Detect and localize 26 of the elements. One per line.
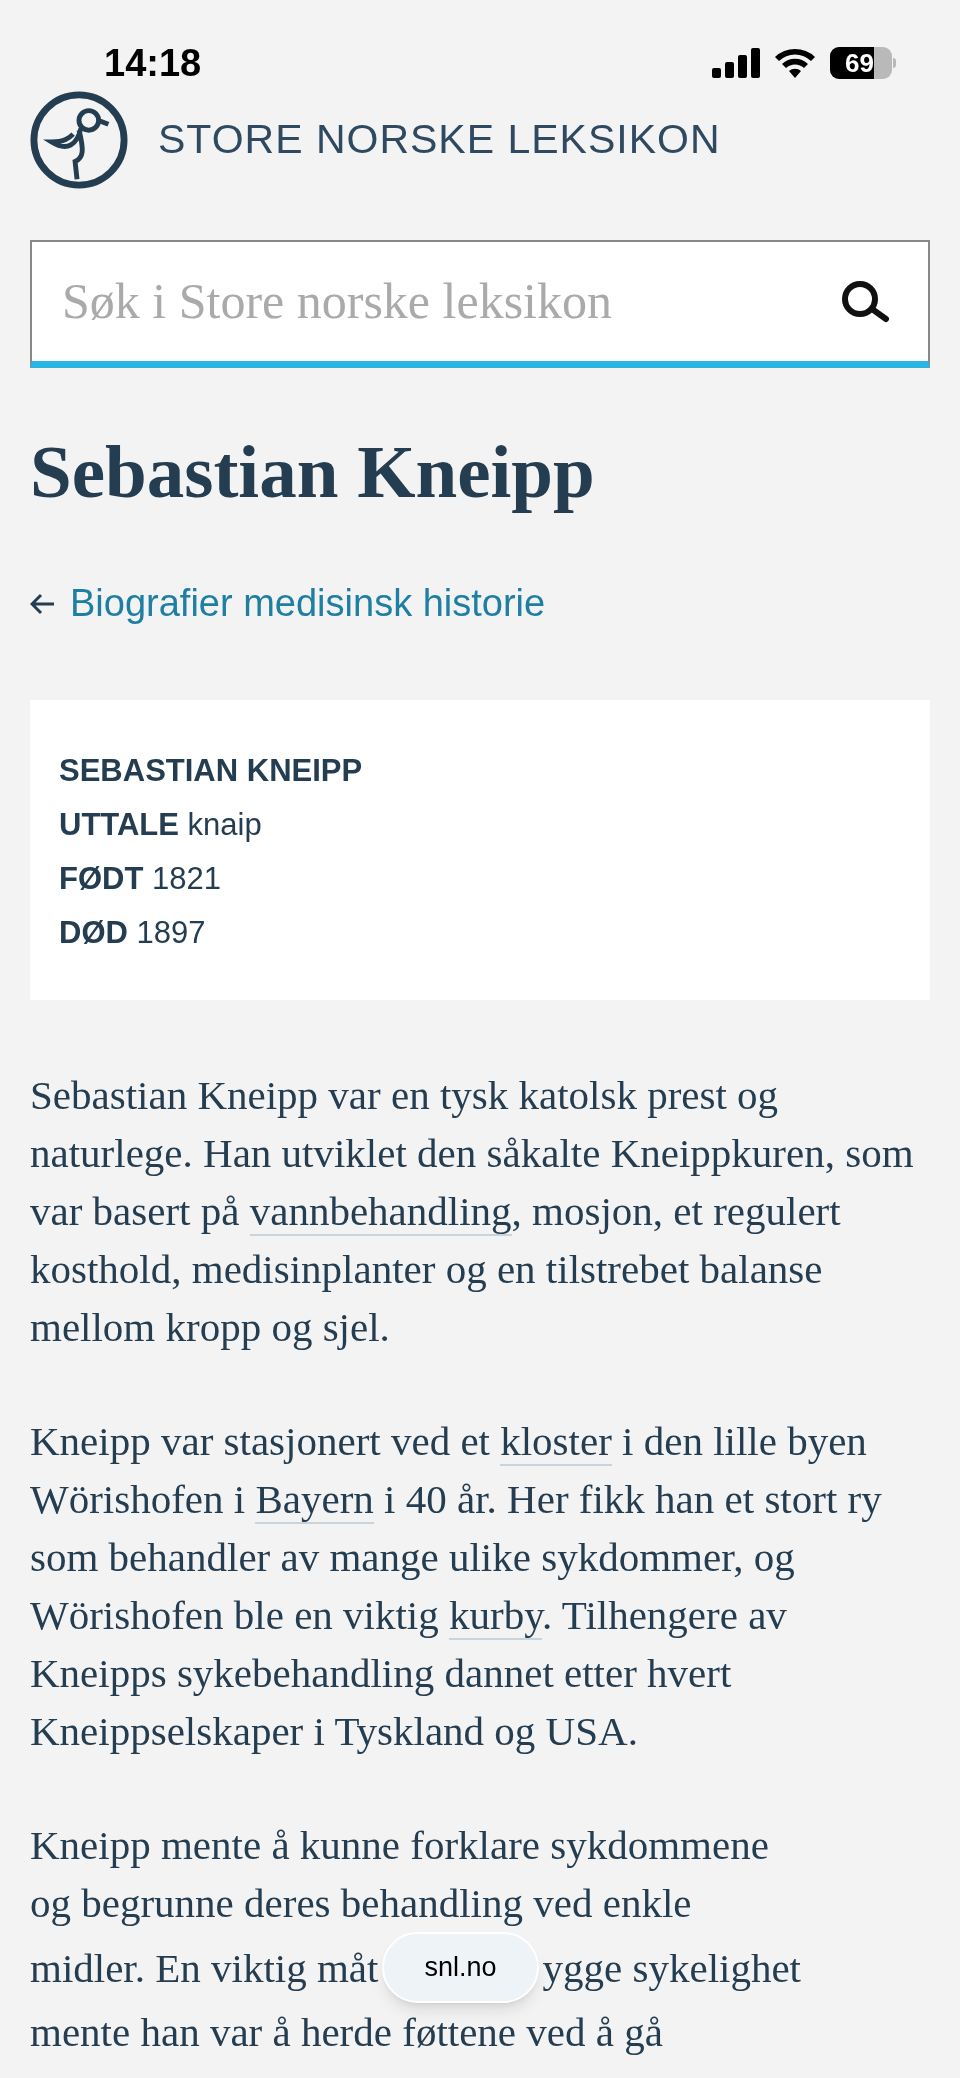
wifi-icon: [774, 48, 816, 78]
site-name[interactable]: STORE NORSKE LEKSIKON: [158, 109, 721, 171]
paragraph-line: Kneipp mente å kunne forklare sykdommene: [30, 1821, 770, 1870]
address-pill[interactable]: snl.no: [382, 1932, 539, 2003]
paragraph-line: ygge sykelighet: [542, 1943, 801, 1993]
link[interactable]: kloster: [500, 1418, 612, 1466]
search-input[interactable]: Søk i Store norske leksikon: [62, 264, 840, 339]
infobox-row-text: DØD 1897: [59, 914, 207, 952]
paragraph-line: midler. En viktig måt: [30, 1943, 379, 1993]
signal-icon: [712, 48, 760, 78]
battery-percentage: 69: [845, 50, 874, 76]
search-field[interactable]: Søk i Store norske leksikon: [30, 240, 930, 368]
link[interactable]: kurby: [449, 1592, 542, 1640]
back-arrow-icon: [30, 592, 56, 615]
back-link[interactable]: Biografier medisinsk historie: [30, 575, 546, 632]
status-time: 14:18: [104, 40, 202, 86]
paragraph: Sebastian Kneipp var en tysk katolsk prest og naturlege. Han utviklet den såkalte Kneippkuren, som var basert på vannbehandling, mosjon, et regulert kosthold, medisinplanter og en tilstrebet balanse mellom kropp og sjel.: [30, 1071, 915, 1352]
link[interactable]: vannbehandling: [249, 1188, 512, 1236]
link[interactable]: Bayern: [255, 1476, 374, 1524]
paragraph-line: mente han var å herde føttene ved å gå: [30, 2008, 664, 2057]
bird-logo-icon: [30, 91, 128, 189]
paragraph: Kneipp var stasjonert ved et kloster i den lille byen Wörishofen i Bayern i 40 år. Her fikk han et stort ry som behandler av mange ulike sykdommer, og Wörishofen ble en viktig kurby. Tilhengere av Kneipps sykebehandling dannet etter hvert Kneippselskaper i Tyskland og USA.: [30, 1417, 883, 1756]
infobox-row-text: FØDT 1821: [59, 860, 222, 898]
infobox-row-text: UTTALE knaip: [59, 806, 263, 844]
infobox-row-text: SEBASTIAN KNEIPP: [59, 752, 364, 790]
paragraph-line: og begrunne deres behandling ved enkle: [30, 1879, 693, 1928]
